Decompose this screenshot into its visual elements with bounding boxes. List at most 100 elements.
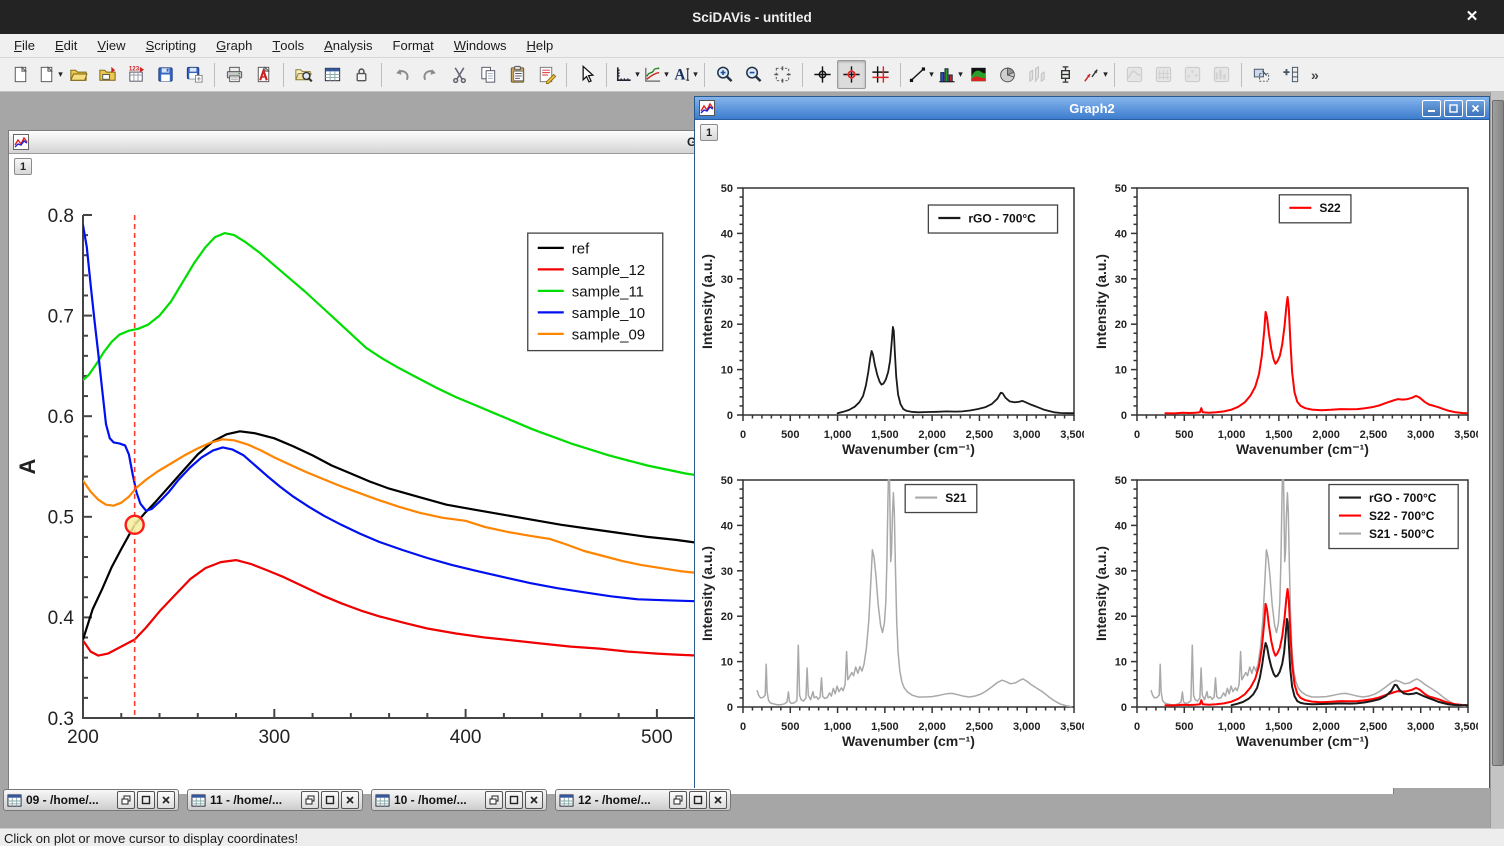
plot-box-icon[interactable] — [1051, 60, 1080, 89]
dropdown-arrow-icon[interactable]: ▾ — [635, 69, 640, 80]
svg-text:30: 30 — [1115, 566, 1127, 578]
workspace-scrollbar[interactable] — [1490, 92, 1504, 828]
import-file-icon[interactable] — [93, 60, 122, 89]
dropdown-arrow-icon[interactable]: ▾ — [664, 69, 669, 80]
maximize-icon[interactable] — [321, 791, 339, 809]
svg-text:500: 500 — [641, 727, 673, 748]
menu-format[interactable]: Format — [383, 34, 444, 57]
add-layer-icon[interactable] — [1276, 60, 1305, 89]
menu-edit[interactable]: Edit — [45, 34, 87, 57]
graph2-layer-button[interactable]: 1 — [700, 124, 718, 141]
menu-graph[interactable]: Graph — [206, 34, 262, 57]
screen-reader-icon[interactable] — [808, 60, 837, 89]
minimized-window-tab[interactable]: 09 - /home/... — [3, 789, 179, 811]
close-icon[interactable] — [1466, 100, 1485, 117]
plot-contour-icon[interactable] — [964, 60, 993, 89]
raman-chart-rgo[interactable]: 05001,0001,5002,0002,5003,0003,500010203… — [699, 178, 1084, 461]
undo-icon[interactable] — [387, 60, 416, 89]
dropdown-arrow-icon[interactable]: ▾ — [929, 69, 934, 80]
new-aspect-icon[interactable]: ▾ — [35, 60, 64, 89]
raman-chart-s21[interactable]: 05001,0001,5002,0002,5003,0003,500010203… — [699, 470, 1084, 753]
add-axes-icon[interactable]: ▾ — [612, 60, 641, 89]
raman-chart-combined[interactable]: 05001,0001,5002,0002,5003,0003,500010203… — [1093, 470, 1478, 753]
zoom-out-icon[interactable] — [739, 60, 768, 89]
raman-chart-s22[interactable]: 05001,0001,5002,0002,5003,0003,500010203… — [1093, 178, 1478, 461]
uvvis-chart[interactable]: 2003004005000.30.40.50.60.70.8Arefsample… — [9, 154, 701, 792]
zoom-in-icon[interactable] — [710, 60, 739, 89]
copy-icon[interactable] — [474, 60, 503, 89]
minimized-window-tab[interactable]: 12 - /home/... — [555, 789, 731, 811]
menu-scripting[interactable]: Scripting — [136, 34, 207, 57]
data-reader-icon[interactable] — [837, 60, 866, 89]
close-icon[interactable] — [157, 791, 175, 809]
maximize-icon[interactable] — [1444, 100, 1463, 117]
dropdown-arrow-icon[interactable]: ▾ — [693, 69, 698, 80]
add-curve-icon[interactable]: ▾ — [641, 60, 670, 89]
minimized-window-tab[interactable]: 11 - /home/... — [187, 789, 363, 811]
svg-text:3,000: 3,000 — [1407, 429, 1435, 441]
cut-icon[interactable] — [445, 60, 474, 89]
scidavis-app: SciDAVis - untitled ✕ FileEditViewScript… — [0, 0, 1504, 846]
restore-icon[interactable] — [117, 791, 135, 809]
graph1-layer-button[interactable]: 1 — [14, 158, 32, 175]
toolbar-separator — [704, 63, 705, 87]
save-template-icon[interactable] — [180, 60, 209, 89]
menu-view[interactable]: View — [87, 34, 135, 57]
lock-toolbars-icon[interactable] — [347, 60, 376, 89]
export-pdf-icon[interactable] — [249, 60, 278, 89]
svg-text:A: A — [675, 66, 686, 83]
import-ascii-icon[interactable]: 123 — [122, 60, 151, 89]
menu-tools[interactable]: Tools — [262, 34, 314, 57]
plot-pie-icon[interactable] — [993, 60, 1022, 89]
svg-text:3,000: 3,000 — [1013, 429, 1041, 441]
restore-icon[interactable] — [669, 791, 687, 809]
svg-text:10: 10 — [1115, 365, 1127, 377]
svg-text:0.8: 0.8 — [48, 206, 74, 227]
dropdown-arrow-icon[interactable]: ▾ — [58, 69, 63, 80]
redo-icon[interactable] — [416, 60, 445, 89]
dropdown-arrow-icon[interactable]: ▾ — [958, 69, 963, 80]
svg-text:Intensity (a.u.): Intensity (a.u.) — [699, 254, 715, 349]
add-text-icon[interactable]: A▾ — [670, 60, 699, 89]
arrange-layers-icon[interactable] — [1247, 60, 1276, 89]
show-table-icon[interactable] — [318, 60, 347, 89]
menu-analysis[interactable]: Analysis — [314, 34, 382, 57]
rescale-icon[interactable] — [768, 60, 797, 89]
select-range-icon[interactable] — [866, 60, 895, 89]
svg-text:rGO - 700°C: rGO - 700°C — [968, 211, 1036, 225]
svg-text:40: 40 — [721, 520, 733, 532]
plot-line-icon[interactable]: ▾ — [906, 60, 935, 89]
close-icon[interactable] — [709, 791, 727, 809]
save-project-icon[interactable] — [151, 60, 180, 89]
maximize-icon[interactable] — [137, 791, 155, 809]
restore-icon[interactable] — [485, 791, 503, 809]
close-icon[interactable] — [525, 791, 543, 809]
dropdown-arrow-icon[interactable]: ▾ — [1103, 69, 1108, 80]
print-icon[interactable] — [220, 60, 249, 89]
open-project-icon[interactable] — [64, 60, 93, 89]
svg-text:Intensity (a.u.): Intensity (a.u.) — [1093, 254, 1109, 349]
project-explorer-icon[interactable] — [289, 60, 318, 89]
pointer-icon[interactable] — [572, 60, 601, 89]
edit-notes-icon[interactable] — [532, 60, 561, 89]
toolbar-overflow-chevron[interactable]: » — [1311, 67, 1319, 83]
menu-file[interactable]: File — [4, 34, 45, 57]
svg-text:sample_09: sample_09 — [572, 326, 645, 343]
menu-windows[interactable]: Windows — [444, 34, 517, 57]
table-icon — [375, 793, 390, 808]
plot-columns-icon[interactable]: ▾ — [935, 60, 964, 89]
graph2-titlebar[interactable]: Graph2 — [695, 97, 1489, 120]
window-close-icon[interactable]: ✕ — [1462, 7, 1482, 27]
svg-text:Intensity (a.u.): Intensity (a.u.) — [1093, 546, 1109, 641]
minimize-icon[interactable] — [1422, 100, 1441, 117]
maximize-icon[interactable] — [689, 791, 707, 809]
new-project-icon[interactable] — [6, 60, 35, 89]
close-icon[interactable] — [341, 791, 359, 809]
minimized-window-tab[interactable]: 10 - /home/... — [371, 789, 547, 811]
menu-help[interactable]: Help — [517, 34, 564, 57]
plot-vector-icon[interactable]: ▾ — [1080, 60, 1109, 89]
scrollbar-thumb[interactable] — [1492, 100, 1504, 766]
restore-icon[interactable] — [301, 791, 319, 809]
maximize-icon[interactable] — [505, 791, 523, 809]
paste-icon[interactable] — [503, 60, 532, 89]
